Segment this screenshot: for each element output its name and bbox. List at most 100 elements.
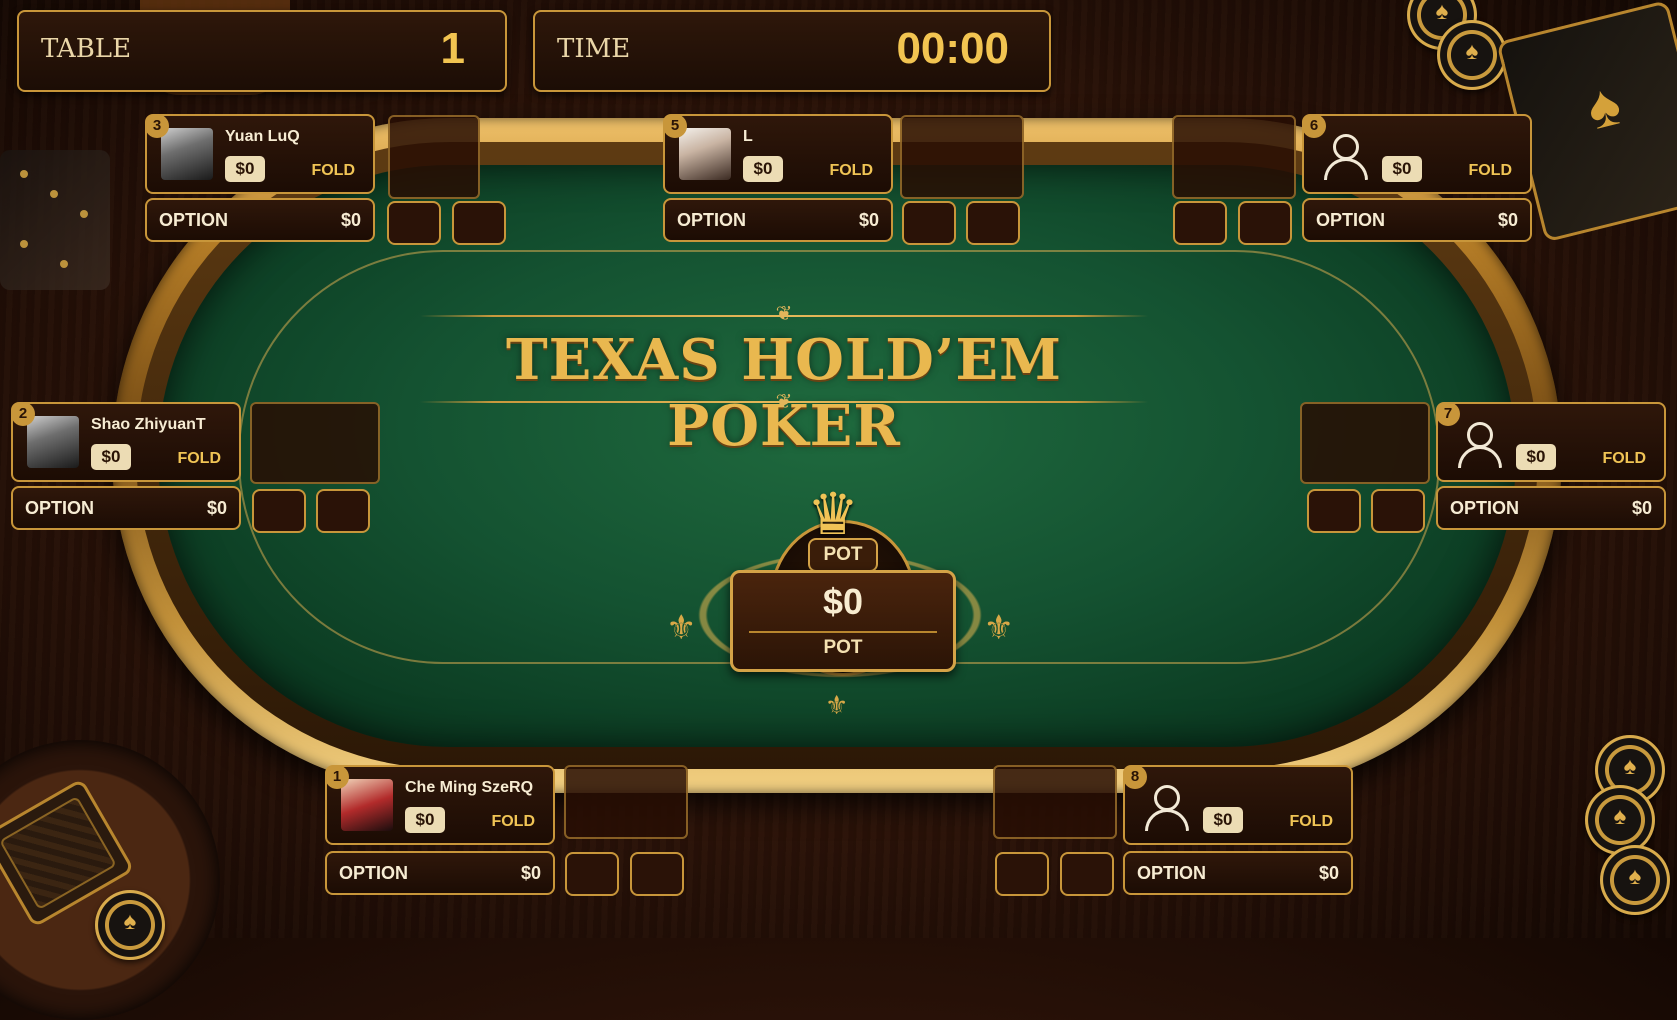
player-status: FOLD	[829, 162, 873, 179]
hole-card-slot	[316, 489, 370, 533]
player-chips: $0	[405, 807, 445, 833]
option-button[interactable]: OPTION $0	[663, 198, 893, 242]
option-amount: $0	[1318, 863, 1339, 883]
player-chips: $0	[743, 156, 783, 182]
seat-number: 7	[1436, 402, 1460, 426]
fleur-ornament-icon: ⚜	[825, 690, 849, 720]
seat-number: 3	[145, 114, 169, 138]
hole-card-slot	[966, 201, 1020, 245]
user-icon	[1139, 779, 1191, 831]
player-status: FOLD	[311, 162, 355, 179]
player-name: Shao ZhiyuanT	[91, 416, 206, 433]
option-amount: $0	[858, 210, 879, 230]
option-label: OPTION	[677, 210, 747, 230]
option-button[interactable]: OPTION $0	[1436, 486, 1666, 530]
player-status: FOLD	[1468, 162, 1512, 179]
option-label: OPTION	[1316, 210, 1386, 230]
option-label: OPTION	[1450, 498, 1520, 518]
hole-card-slot	[1307, 489, 1361, 533]
player-status: FOLD	[1289, 813, 1333, 830]
seat-number: 5	[663, 114, 687, 138]
player-avatar	[341, 779, 393, 831]
bet-zone	[900, 115, 1024, 199]
pot-display: $0 POT	[730, 570, 956, 672]
hole-card-slot	[387, 201, 441, 245]
option-label: OPTION	[159, 210, 229, 230]
table-number: 1	[440, 24, 465, 73]
pot-label: POT	[823, 637, 863, 658]
player-chips: $0	[225, 156, 265, 182]
hole-card-slot	[1371, 489, 1425, 533]
player-avatar	[27, 416, 79, 468]
title-banner: ❦ TEXAS HOLD’EM POKER ❦	[420, 285, 1148, 459]
time-value: 00:00	[896, 24, 1009, 73]
seat-number: 1	[325, 765, 349, 789]
option-amount: $0	[1497, 210, 1518, 230]
bet-zone	[250, 402, 380, 484]
player-card: 5 L $0 FOLD	[663, 114, 893, 194]
option-amount: $0	[206, 498, 227, 518]
player-name: Che Ming SzeRQ	[405, 779, 534, 796]
bet-zone	[1300, 402, 1430, 484]
player-name: Yuan LuQ	[225, 128, 300, 145]
pot-tag: POT	[808, 538, 878, 572]
dice-decoration	[0, 150, 110, 290]
option-button[interactable]: OPTION $0	[11, 486, 241, 530]
option-amount: $0	[1631, 498, 1652, 518]
option-button[interactable]: OPTION $0	[325, 851, 555, 895]
user-icon	[1452, 416, 1504, 468]
fleur-ornament-icon: ❦	[775, 391, 793, 413]
hole-card-slot	[902, 201, 956, 245]
option-button[interactable]: OPTION $0	[1123, 851, 1353, 895]
player-name: L	[743, 128, 753, 145]
time-indicator: TIME 00:00	[533, 10, 1051, 92]
chip-stack-decoration: ♠ ♠ ♠	[1585, 735, 1677, 938]
user-icon	[1318, 128, 1370, 180]
option-label: OPTION	[25, 498, 95, 518]
option-button[interactable]: OPTION $0	[145, 198, 375, 242]
player-avatar	[679, 128, 731, 180]
chip-stack-decoration: ♠ ♠	[1397, 0, 1507, 120]
bet-zone	[1172, 115, 1296, 199]
player-card: 7 $0 FOLD	[1436, 402, 1666, 482]
flourish-icon: ⚜	[666, 609, 697, 647]
player-status: FOLD	[177, 450, 221, 467]
seat-number: 8	[1123, 765, 1147, 789]
player-avatar	[161, 128, 213, 180]
option-label: OPTION	[339, 863, 409, 883]
chip-stack-decoration: ♠	[95, 890, 175, 960]
player-chips: $0	[91, 444, 131, 470]
time-label: TIME	[557, 34, 631, 64]
hole-card-slot	[1173, 201, 1227, 245]
hole-card-slot	[452, 201, 506, 245]
hole-card-slot	[630, 852, 684, 896]
bet-zone	[564, 765, 688, 839]
option-button[interactable]: OPTION $0	[1302, 198, 1532, 242]
player-status: FOLD	[1602, 450, 1646, 467]
pot-amount: $0	[822, 581, 864, 622]
player-card: 3 Yuan LuQ $0 FOLD	[145, 114, 375, 194]
hole-card-slot	[1060, 852, 1114, 896]
player-chips: $0	[1382, 156, 1422, 182]
hole-card-slot	[1238, 201, 1292, 245]
hole-card-slot	[565, 852, 619, 896]
player-chips: $0	[1203, 807, 1243, 833]
player-card: 2 Shao ZhiyuanT $0 FOLD	[11, 402, 241, 482]
player-status: FOLD	[491, 813, 535, 830]
table-label: TABLE	[41, 34, 132, 64]
seat-number: 2	[11, 402, 35, 426]
bet-zone	[993, 765, 1117, 839]
table-indicator: TABLE 1	[17, 10, 507, 92]
option-amount: $0	[520, 863, 541, 883]
hole-card-slot	[252, 489, 306, 533]
player-card: 1 Che Ming SzeRQ $0 FOLD	[325, 765, 555, 845]
hole-card-slot	[995, 852, 1049, 896]
option-label: OPTION	[1137, 863, 1207, 883]
player-chips: $0	[1516, 444, 1556, 470]
divider	[749, 631, 937, 633]
player-card: 8 $0 FOLD	[1123, 765, 1353, 845]
fleur-ornament-icon: ❦	[775, 303, 793, 325]
player-card: 6 $0 FOLD	[1302, 114, 1532, 194]
option-amount: $0	[340, 210, 361, 230]
flourish-icon: ⚜	[983, 609, 1014, 647]
